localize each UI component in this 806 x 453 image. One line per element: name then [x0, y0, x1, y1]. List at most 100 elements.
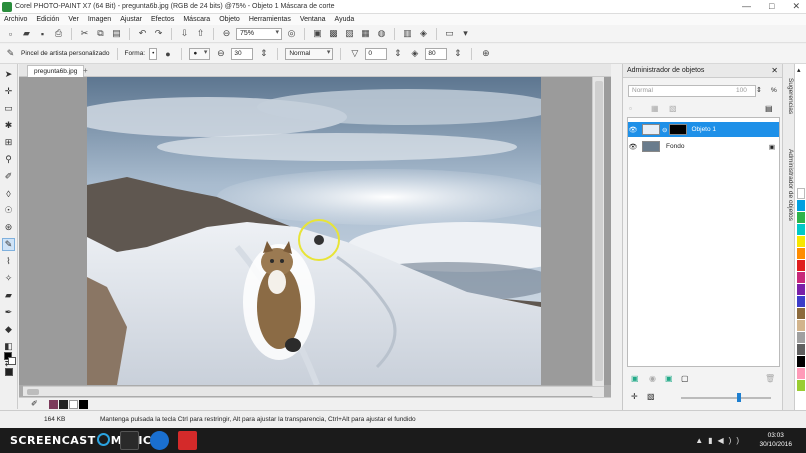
- menu-ventana[interactable]: Ventana: [300, 16, 326, 23]
- shape-tool-icon[interactable]: ▰: [2, 289, 15, 302]
- tab-administrador-objetos[interactable]: Administrador de objetos: [784, 149, 794, 221]
- taskbar-app-1[interactable]: [120, 431, 139, 450]
- clip-group-icon[interactable]: ▧: [669, 104, 677, 113]
- close-docker-icon[interactable]: ✕: [771, 64, 778, 77]
- zoom-out-icon[interactable]: ⊖: [220, 27, 233, 40]
- scrollbar-thumb[interactable]: [595, 81, 603, 381]
- combine-icon[interactable]: ▣: [665, 374, 673, 383]
- palette-swatch[interactable]: [797, 332, 805, 343]
- palette-swatch[interactable]: [797, 368, 805, 379]
- palette-scroll-up-icon[interactable]: ▴: [797, 66, 801, 74]
- feather-input[interactable]: 80: [425, 47, 448, 60]
- palette-swatch[interactable]: [797, 272, 805, 283]
- palette-swatch[interactable]: [797, 188, 805, 199]
- delete-object-icon[interactable]: 🗑: [765, 374, 775, 383]
- menu-herramientas[interactable]: Herramientas: [249, 16, 291, 23]
- palette-swatch[interactable]: [797, 380, 805, 391]
- background-lock-icon[interactable]: ▣: [769, 143, 775, 151]
- lock-icon[interactable]: ◍: [375, 27, 388, 40]
- menu-ajustar[interactable]: Ajustar: [120, 16, 142, 23]
- taskbar-app-3[interactable]: [178, 431, 197, 450]
- palette-swatch[interactable]: [797, 224, 805, 235]
- rectangle-mask-icon[interactable]: ▭: [2, 102, 15, 115]
- export-icon[interactable]: ⇧: [194, 27, 207, 40]
- palette-swatch-maroon[interactable]: [49, 400, 58, 409]
- image-sprayer-icon[interactable]: ✧: [2, 272, 15, 285]
- palette-swatch[interactable]: [797, 212, 805, 223]
- new-tab-button[interactable]: +: [83, 66, 88, 75]
- effect-tool-icon[interactable]: ⌇: [2, 255, 15, 268]
- pick-tool-icon[interactable]: ➤: [2, 68, 15, 81]
- zoom-fit-icon[interactable]: ◎: [285, 27, 298, 40]
- redo-icon[interactable]: ↷: [152, 27, 165, 40]
- new-object-icon[interactable]: ▫: [629, 104, 632, 113]
- canvas-image[interactable]: [87, 77, 541, 385]
- maximize-button[interactable]: □: [769, 1, 774, 12]
- add-object-icon[interactable]: ▣: [631, 374, 639, 383]
- system-tray[interactable]: ▲▮◀)): [695, 436, 744, 445]
- document-tab[interactable]: pregunta6b.jpg: [27, 65, 85, 77]
- corel-connect-icon[interactable]: ◈: [417, 27, 430, 40]
- chevron-down-icon[interactable]: ▾: [459, 27, 472, 40]
- tab-sugerencias[interactable]: Sugerencias: [784, 78, 794, 114]
- palette-swatch[interactable]: [797, 320, 805, 331]
- import-icon[interactable]: ⇩: [178, 27, 191, 40]
- palette-swatch[interactable]: [797, 308, 805, 319]
- close-button[interactable]: ✕: [792, 1, 800, 12]
- hand-icon[interactable]: ▣: [311, 27, 324, 40]
- menu-ver[interactable]: Ver: [68, 16, 79, 23]
- menu-ayuda[interactable]: Ayuda: [335, 16, 355, 23]
- opacity-input[interactable]: 100: [736, 87, 747, 94]
- palette-swatch[interactable]: [797, 356, 805, 367]
- red-eye-icon[interactable]: ☉: [2, 204, 15, 217]
- palette-swatch[interactable]: [797, 248, 805, 259]
- mask-marquee-icon[interactable]: ▧: [343, 27, 356, 40]
- eye-icon[interactable]: 👁: [628, 143, 638, 151]
- magic-wand-icon[interactable]: ✱: [2, 119, 15, 132]
- duplicate-icon[interactable]: ▢: [681, 374, 689, 383]
- palette-swatch[interactable]: [797, 200, 805, 211]
- brush-dot-icon[interactable]: ●: [161, 47, 174, 60]
- zoom-tool-icon[interactable]: ⚲: [2, 153, 15, 166]
- scrollbar-thumb[interactable]: [27, 389, 39, 395]
- palette-swatch-black-2[interactable]: [79, 400, 88, 409]
- shape-round-button[interactable]: •: [149, 47, 158, 60]
- opacity-stepper-icon[interactable]: ⇕: [756, 86, 762, 94]
- save-icon[interactable]: ▪: [36, 27, 49, 40]
- show-object-icon[interactable]: ▦: [359, 27, 372, 40]
- menu-imagen[interactable]: Imagen: [88, 16, 111, 23]
- application-launcher-icon[interactable]: ▥: [401, 27, 414, 40]
- transparency-input[interactable]: 0: [365, 47, 388, 60]
- new-file-icon[interactable]: ▫: [4, 27, 17, 40]
- minimize-button[interactable]: —: [742, 1, 751, 12]
- fill-color-swatch[interactable]: [5, 368, 13, 376]
- palette-swatch-black[interactable]: [59, 400, 68, 409]
- palette-swatch[interactable]: [797, 344, 805, 355]
- menu-archivo[interactable]: Archivo: [4, 16, 27, 23]
- transparency-stepper-icon[interactable]: ⇕: [391, 47, 404, 60]
- menu-mascara[interactable]: Máscara: [183, 16, 210, 23]
- palette-swatch[interactable]: [797, 284, 805, 295]
- mask-object-icon[interactable]: ◉: [649, 374, 656, 383]
- eye-icon[interactable]: 👁: [628, 126, 638, 134]
- clone-tool-icon[interactable]: ⊛: [2, 221, 15, 234]
- menu-edicion[interactable]: Edición: [36, 16, 59, 23]
- cut-icon[interactable]: ✂: [78, 27, 91, 40]
- clock[interactable]: 03:03 30/10/2016: [759, 431, 792, 449]
- undo-icon[interactable]: ↶: [136, 27, 149, 40]
- paste-icon[interactable]: ▤: [110, 27, 123, 40]
- copy-icon[interactable]: ⧉: [94, 27, 107, 40]
- palette-swatch-white[interactable]: [69, 400, 78, 409]
- zoom-level-select[interactable]: 75%: [236, 27, 282, 40]
- brush-size-input[interactable]: 30: [231, 47, 254, 60]
- options-icon[interactable]: ▭: [443, 27, 456, 40]
- palette-swatch[interactable]: [797, 236, 805, 247]
- feather-stepper-icon[interactable]: ⇕: [451, 47, 464, 60]
- merge-mode-select[interactable]: Normal: [285, 47, 334, 60]
- palette-swatch[interactable]: [797, 260, 805, 271]
- show-mask-icon[interactable]: ▩: [327, 27, 340, 40]
- text-tool-icon[interactable]: ✒: [2, 306, 15, 319]
- transform-tool-icon[interactable]: ✛: [2, 85, 15, 98]
- open-folder-icon[interactable]: ▰: [20, 27, 33, 40]
- crop-tool-icon[interactable]: ⊞: [2, 136, 15, 149]
